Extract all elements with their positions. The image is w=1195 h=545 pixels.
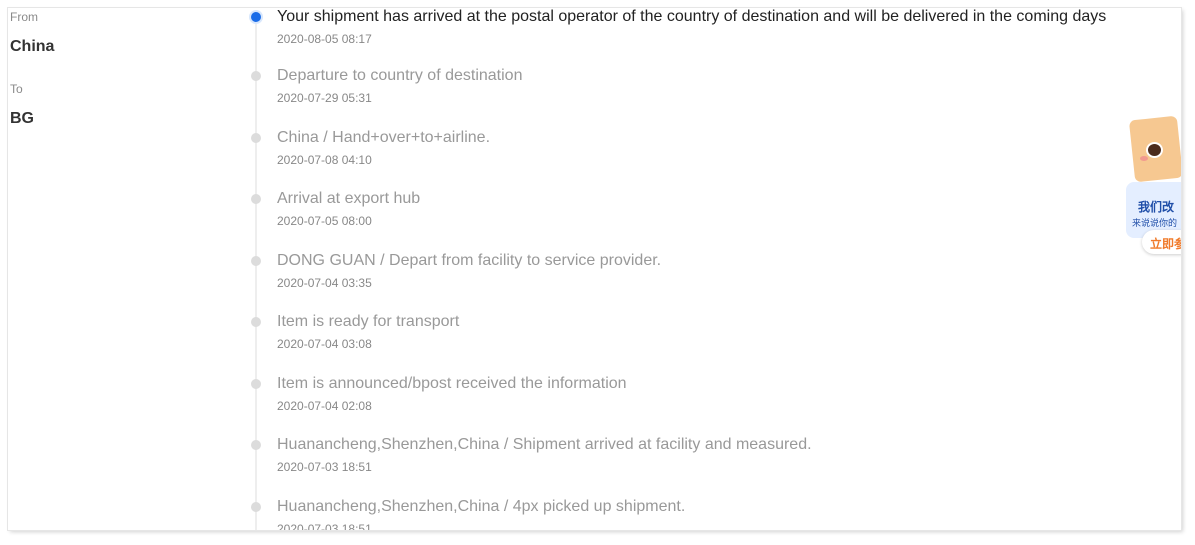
timeline-event: Arrival at export hub 2020-07-05 08:00 <box>250 190 1180 246</box>
timeline-event: China / Hand+over+to+airline. 2020-07-08… <box>250 129 1180 185</box>
timeline-dot-icon <box>251 133 261 143</box>
to-label: To <box>10 82 23 96</box>
event-time: 2020-07-04 03:35 <box>277 276 372 290</box>
event-description: Arrival at export hub <box>277 190 421 207</box>
event-time: 2020-07-05 08:00 <box>277 214 372 228</box>
timeline-event: Departure to country of destination 2020… <box>250 67 1180 123</box>
event-time: 2020-07-04 02:08 <box>277 399 372 413</box>
promo-button[interactable]: 立即参 <box>1142 230 1181 254</box>
mascot-blush-icon <box>1140 156 1148 161</box>
event-time: 2020-07-29 05:31 <box>277 91 372 105</box>
timeline-dot-icon <box>251 317 261 327</box>
timeline-event: Item is announced/bpost received the inf… <box>250 375 1180 431</box>
event-time: 2020-07-08 04:10 <box>277 153 372 167</box>
event-description: Your shipment has arrived at the postal … <box>277 8 1107 25</box>
event-description: DONG GUAN / Depart from facility to serv… <box>277 252 662 269</box>
event-description: Huanancheng,Shenzhen,China / Shipment ar… <box>277 436 812 453</box>
timeline-dot-active-icon <box>251 12 261 22</box>
mascot-eye-icon <box>1146 142 1163 158</box>
event-description: China / Hand+over+to+airline. <box>277 129 491 146</box>
timeline-dot-icon <box>251 440 261 450</box>
timeline-event: DONG GUAN / Depart from facility to serv… <box>250 252 1180 308</box>
timeline-dot-icon <box>251 71 261 81</box>
event-time: 2020-07-04 03:08 <box>277 337 372 351</box>
event-description: Item is ready for transport <box>277 313 460 330</box>
event-description: Departure to country of destination <box>277 67 523 84</box>
promo-subtitle: 来说说你的 <box>1132 218 1178 228</box>
tracking-timeline: Your shipment has arrived at the postal … <box>250 8 1180 530</box>
timeline-event: Item is ready for transport 2020-07-04 0… <box>250 313 1180 369</box>
promo-title: 我们改 <box>1138 200 1175 214</box>
timeline-dot-icon <box>251 256 261 266</box>
event-description: Huanancheng,Shenzhen,China / 4px picked … <box>277 498 686 515</box>
from-label: From <box>10 10 38 24</box>
origin-country: China <box>10 38 55 55</box>
timeline-event: Your shipment has arrived at the postal … <box>250 8 1180 64</box>
timeline-event: Huanancheng,Shenzhen,China / Shipment ar… <box>250 436 1180 492</box>
promo-button-label: 立即参 <box>1150 237 1181 251</box>
event-description: Item is announced/bpost received the inf… <box>277 375 627 392</box>
timeline-dot-icon <box>251 502 261 512</box>
timeline-event: Huanancheng,Shenzhen,China / 4px picked … <box>250 498 1180 530</box>
event-time: 2020-07-03 18:51 <box>277 522 372 530</box>
destination-country: BG <box>10 110 34 127</box>
timeline-dot-icon <box>251 194 261 204</box>
tracking-panel: From China To BG Your shipment has arriv… <box>8 8 1181 530</box>
event-time: 2020-08-05 08:17 <box>277 32 372 46</box>
timeline-dot-icon <box>251 379 261 389</box>
feedback-promo-widget[interactable]: 我们改 来说说你的 立即参 <box>1126 112 1181 254</box>
event-time: 2020-07-03 18:51 <box>277 460 372 474</box>
